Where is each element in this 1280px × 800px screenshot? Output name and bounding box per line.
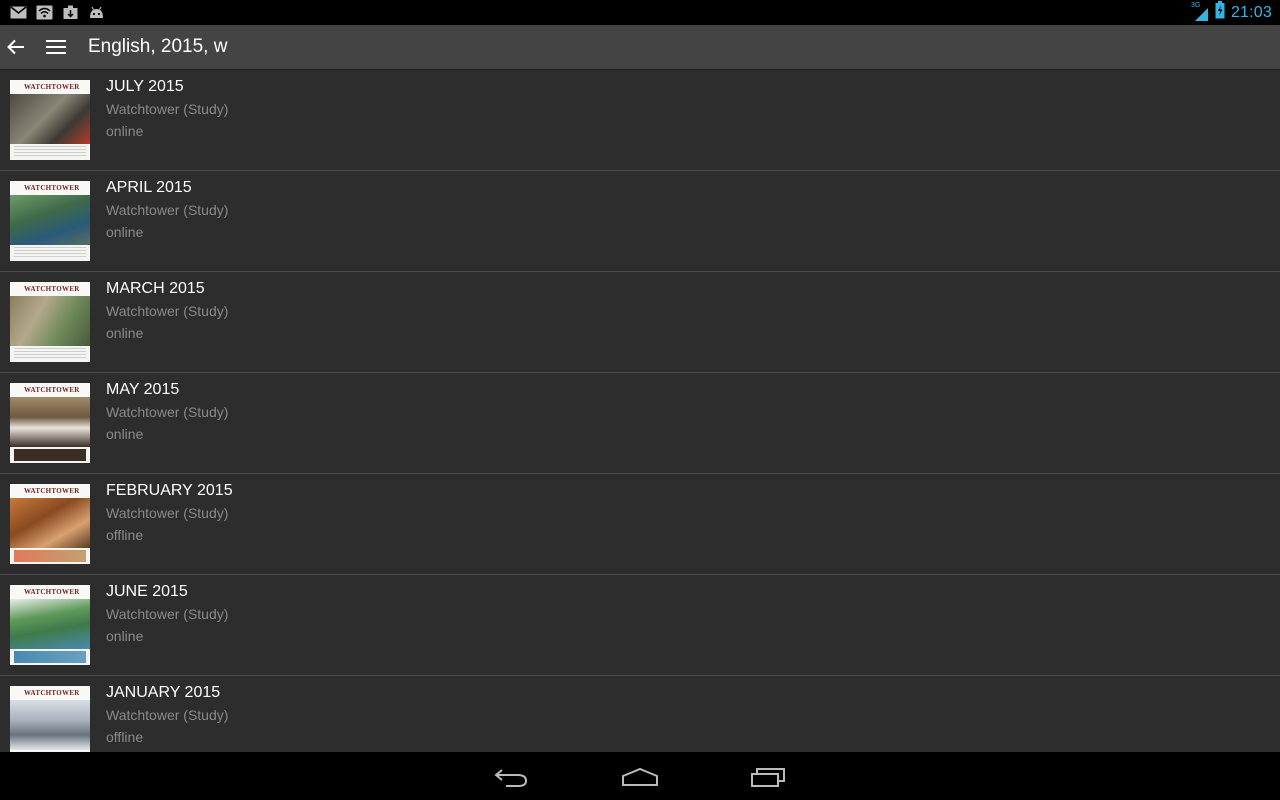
gmail-icon xyxy=(10,5,27,20)
nav-back-button[interactable] xyxy=(492,764,532,790)
list-item[interactable]: WATCHTOWER MAY 2015 Watchtower (Study) o… xyxy=(0,373,1280,474)
issue-subtitle: Watchtower (Study) xyxy=(106,404,229,420)
cover-thumbnail: WATCHTOWER xyxy=(10,484,90,564)
issue-status: offline xyxy=(106,729,144,745)
status-bar: 3G 21:03 xyxy=(0,0,1280,25)
cover-masthead: WATCHTOWER xyxy=(24,83,80,91)
issue-title: APRIL 2015 xyxy=(106,179,192,196)
issue-status: online xyxy=(106,325,144,341)
cover-masthead: WATCHTOWER xyxy=(24,184,80,192)
clock: 21:03 xyxy=(1230,3,1272,21)
cover-photo xyxy=(10,296,90,346)
notification-icons xyxy=(0,5,105,20)
cover-masthead: WATCHTOWER xyxy=(24,487,80,495)
issue-title: FEBRUARY 2015 xyxy=(106,482,233,499)
cover-thumbnail: WATCHTOWER xyxy=(10,282,90,362)
page-title: English, 2015, w xyxy=(88,36,228,57)
issue-status: online xyxy=(106,426,144,442)
hamburger-icon xyxy=(46,40,66,54)
issue-title: JUNE 2015 xyxy=(106,583,188,600)
issue-subtitle: Watchtower (Study) xyxy=(106,303,229,319)
system-icons: 3G 21:03 xyxy=(1191,1,1280,24)
issue-subtitle: Watchtower (Study) xyxy=(106,707,229,723)
publication-list: WATCHTOWER JULY 2015 Watchtower (Study) … xyxy=(0,70,1280,752)
cover-photo xyxy=(10,599,90,649)
list-item[interactable]: WATCHTOWER JANUARY 2015 Watchtower (Stud… xyxy=(0,676,1280,752)
cover-masthead: WATCHTOWER xyxy=(24,689,80,697)
cover-thumbnail: WATCHTOWER xyxy=(10,80,90,160)
issue-status: online xyxy=(106,224,144,240)
list-item[interactable]: WATCHTOWER JUNE 2015 Watchtower (Study) … xyxy=(0,575,1280,676)
recents-icon xyxy=(751,768,785,787)
cover-thumbnail: WATCHTOWER xyxy=(10,686,90,752)
arrow-left-icon xyxy=(7,39,24,55)
cover-masthead: WATCHTOWER xyxy=(24,386,80,394)
cover-photo xyxy=(10,195,90,245)
cover-photo xyxy=(10,397,90,447)
download-icon xyxy=(62,5,79,20)
list-item[interactable]: WATCHTOWER MARCH 2015 Watchtower (Study)… xyxy=(0,272,1280,373)
cover-photo xyxy=(10,700,90,750)
issue-subtitle: Watchtower (Study) xyxy=(106,505,229,521)
issue-status: online xyxy=(106,628,144,644)
cover-photo xyxy=(10,94,90,144)
back-button[interactable] xyxy=(0,25,32,69)
list-item[interactable]: WATCHTOWER FEBRUARY 2015 Watchtower (Stu… xyxy=(0,474,1280,575)
cover-photo xyxy=(10,498,90,548)
issue-title: MAY 2015 xyxy=(106,381,180,398)
signal-icon: 3G xyxy=(1191,2,1209,22)
cover-thumbnail: WATCHTOWER xyxy=(10,181,90,261)
action-bar: English, 2015, w xyxy=(0,25,1280,70)
android-icon xyxy=(88,5,105,20)
list-item[interactable]: WATCHTOWER APRIL 2015 Watchtower (Study)… xyxy=(0,171,1280,272)
issue-title: JANUARY 2015 xyxy=(106,684,221,701)
cover-masthead: WATCHTOWER xyxy=(24,588,80,596)
issue-subtitle: Watchtower (Study) xyxy=(106,606,229,622)
menu-button[interactable] xyxy=(36,25,76,69)
home-icon xyxy=(622,767,658,786)
issue-subtitle: Watchtower (Study) xyxy=(106,202,229,218)
cover-masthead: WATCHTOWER xyxy=(24,285,80,293)
back-arrow-icon xyxy=(494,769,528,787)
issue-title: MARCH 2015 xyxy=(106,280,205,297)
wifi-icon xyxy=(36,5,53,20)
issue-title: JULY 2015 xyxy=(106,78,184,95)
cover-thumbnail: WATCHTOWER xyxy=(10,383,90,463)
nav-recents-button[interactable] xyxy=(748,764,788,790)
issue-subtitle: Watchtower (Study) xyxy=(106,101,229,117)
list-item[interactable]: WATCHTOWER JULY 2015 Watchtower (Study) … xyxy=(0,70,1280,171)
cover-thumbnail: WATCHTOWER xyxy=(10,585,90,665)
battery-icon xyxy=(1215,1,1225,24)
issue-status: offline xyxy=(106,527,144,543)
issue-status: online xyxy=(106,123,144,139)
navigation-bar xyxy=(0,752,1280,800)
nav-home-button[interactable] xyxy=(620,764,660,790)
